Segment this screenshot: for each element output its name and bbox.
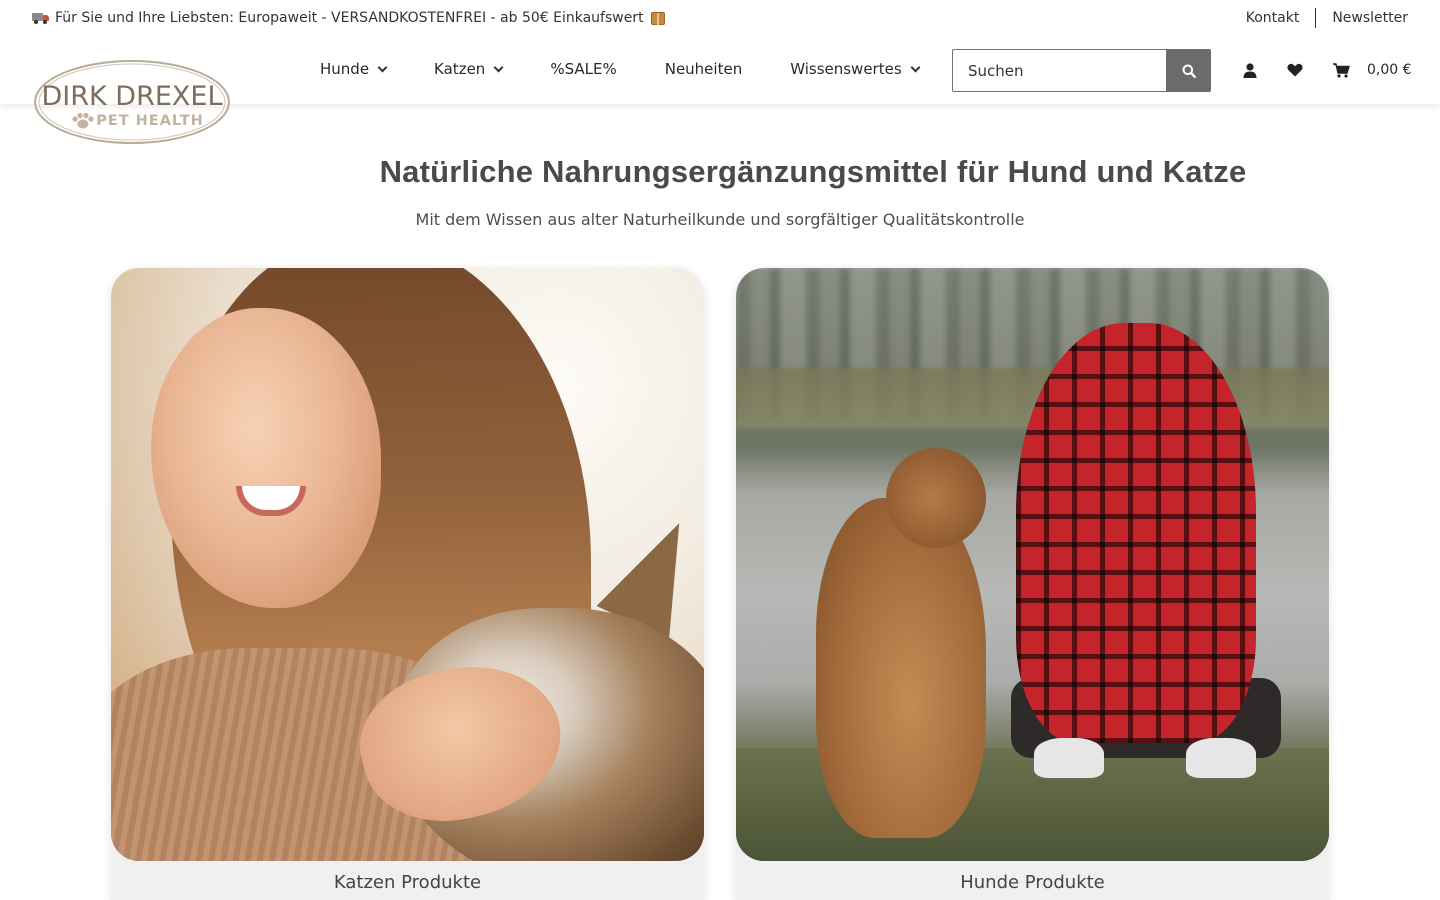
nav-item-wissenswertes[interactable]: Wissenswertes (790, 60, 921, 78)
kontakt-link[interactable]: Kontakt (1246, 10, 1300, 26)
nav-label: Hunde (320, 60, 370, 78)
top-links-divider (1315, 8, 1317, 28)
truck-icon (32, 12, 49, 24)
category-card-label: Hunde Produkte (960, 872, 1105, 893)
nav-label: Katzen (434, 60, 486, 78)
search-input[interactable] (952, 49, 1166, 92)
paw-icon (72, 112, 94, 129)
cart-total[interactable]: 0,00 € (1367, 62, 1412, 78)
shipping-promo: Für Sie und Ihre Liebsten: Europaweit - … (32, 10, 665, 26)
main-navigation: Hunde Katzen %SALE% Neuheiten Wissenswer… (320, 60, 967, 78)
hunde-category-image (736, 268, 1329, 861)
logo-line1: DIRK DREXEL (41, 81, 222, 112)
page-subtitle: Mit dem Wissen aus alter Naturheilkunde … (415, 210, 1025, 229)
page-title: Natürliche Nahrungsergänzungsmittel für … (379, 154, 1247, 189)
search-icon (1182, 64, 1196, 78)
category-card-hunde[interactable]: Hunde Produkte (736, 268, 1329, 900)
search-button[interactable] (1166, 49, 1211, 92)
shipping-promo-text: Für Sie und Ihre Liebsten: Europaweit - … (55, 10, 644, 26)
cart-icon (1332, 62, 1350, 78)
chevron-down-icon (493, 62, 504, 72)
nav-label: Wissenswertes (790, 60, 902, 78)
account-button[interactable] (1240, 60, 1260, 80)
package-icon (650, 11, 665, 25)
katzen-category-image (111, 268, 704, 861)
nav-label: Neuheiten (664, 60, 743, 78)
chevron-down-icon (910, 62, 921, 72)
user-icon (1243, 62, 1257, 78)
nav-label: %SALE% (550, 60, 617, 78)
nav-item-hunde[interactable]: Hunde (320, 60, 388, 78)
heart-icon (1287, 63, 1303, 77)
top-bar: Für Sie und Ihre Liebsten: Europaweit - … (0, 0, 1440, 38)
newsletter-link[interactable]: Newsletter (1332, 10, 1408, 26)
category-card-label: Katzen Produkte (333, 872, 482, 893)
top-links: Kontakt Newsletter (1246, 8, 1408, 28)
chevron-down-icon (377, 62, 388, 72)
wishlist-button[interactable] (1285, 60, 1305, 80)
brand-logo[interactable]: DIRK DREXEL PET HEALTH (33, 58, 231, 146)
nav-item-sale[interactable]: %SALE% (550, 60, 616, 78)
header-icons: 0,00 € (1240, 60, 1412, 80)
category-card-katzen[interactable]: Katzen Produkte (111, 268, 704, 900)
logo-line2: PET HEALTH (96, 113, 204, 129)
search-bar (952, 49, 1211, 92)
nav-item-katzen[interactable]: Katzen (434, 60, 504, 78)
nav-item-neuheiten[interactable]: Neuheiten (665, 60, 742, 78)
cart-button[interactable] (1331, 60, 1351, 80)
logo-graphic: DIRK DREXEL PET HEALTH (34, 60, 230, 144)
